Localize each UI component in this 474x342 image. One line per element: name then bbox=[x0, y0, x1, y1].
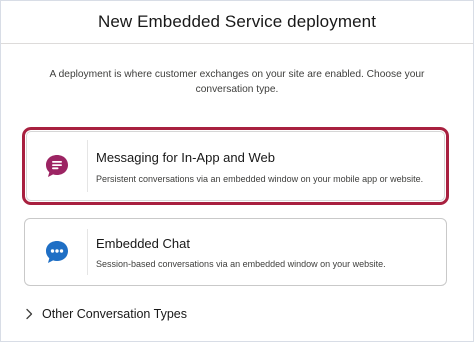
modal-header: New Embedded Service deployment bbox=[1, 1, 473, 44]
messaging-icon bbox=[43, 152, 71, 180]
other-conversation-types-toggle[interactable]: Other Conversation Types bbox=[24, 307, 187, 321]
option-title: Messaging for In-App and Web bbox=[96, 150, 275, 165]
deployment-modal: New Embedded Service deployment A deploy… bbox=[0, 0, 474, 342]
option-title: Embedded Chat bbox=[96, 236, 190, 251]
card-divider bbox=[87, 140, 88, 192]
option-embedded-chat-card[interactable]: Embedded Chat Session-based conversation… bbox=[24, 218, 447, 286]
option-description: Session-based conversations via an embed… bbox=[96, 259, 386, 269]
chevron-right-icon bbox=[26, 308, 33, 320]
option-messaging-card[interactable]: Messaging for In-App and Web Persistent … bbox=[22, 127, 449, 205]
modal-title: New Embedded Service deployment bbox=[97, 12, 377, 31]
chat-icon bbox=[43, 238, 71, 266]
other-conversation-types-label: Other Conversation Types bbox=[42, 307, 187, 321]
intro-text: A deployment is where customer exchanges… bbox=[49, 69, 425, 95]
option-description: Persistent conversations via an embedded… bbox=[96, 174, 424, 184]
card-divider bbox=[87, 229, 88, 275]
